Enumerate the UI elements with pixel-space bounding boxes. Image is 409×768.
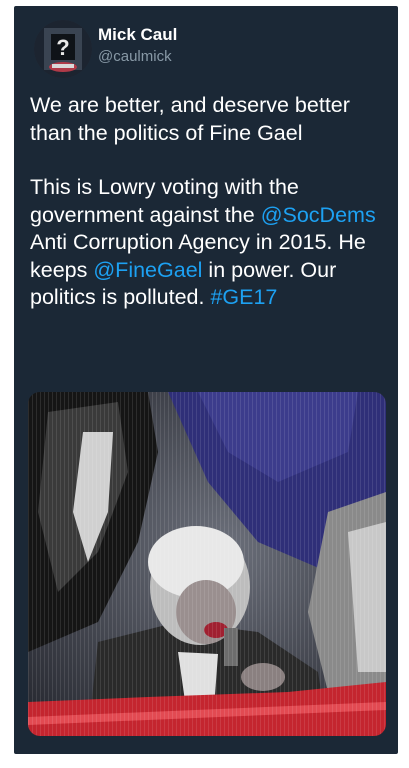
svg-text:?: ? — [56, 35, 69, 60]
display-name[interactable]: Mick Caul — [98, 24, 177, 46]
mention-socdems[interactable]: @SocDems — [261, 203, 376, 227]
photo-image — [28, 392, 386, 736]
mention-finegael[interactable]: @FineGael — [93, 258, 202, 282]
tweet-header: ? Mick Caul @caulmick — [34, 20, 374, 80]
tweet-paragraph-2: This is Lowry voting with the government… — [30, 174, 386, 312]
user-names: Mick Caul @caulmick — [98, 24, 177, 68]
tweet-card[interactable]: ? Mick Caul @caulmick We are better, and… — [14, 6, 398, 754]
hashtag-ge17[interactable]: #GE17 — [210, 285, 277, 309]
tweet-photo[interactable] — [28, 392, 386, 736]
avatar[interactable]: ? — [34, 20, 92, 78]
tweet-text-segment: This is Lowry voting with the government… — [30, 175, 299, 227]
profile-photo-icon: ? — [34, 20, 92, 78]
user-handle[interactable]: @caulmick — [98, 46, 177, 68]
tweet-text: We are better, and deserve better than t… — [30, 92, 386, 312]
tweet-paragraph-1: We are better, and deserve better than t… — [30, 93, 350, 145]
